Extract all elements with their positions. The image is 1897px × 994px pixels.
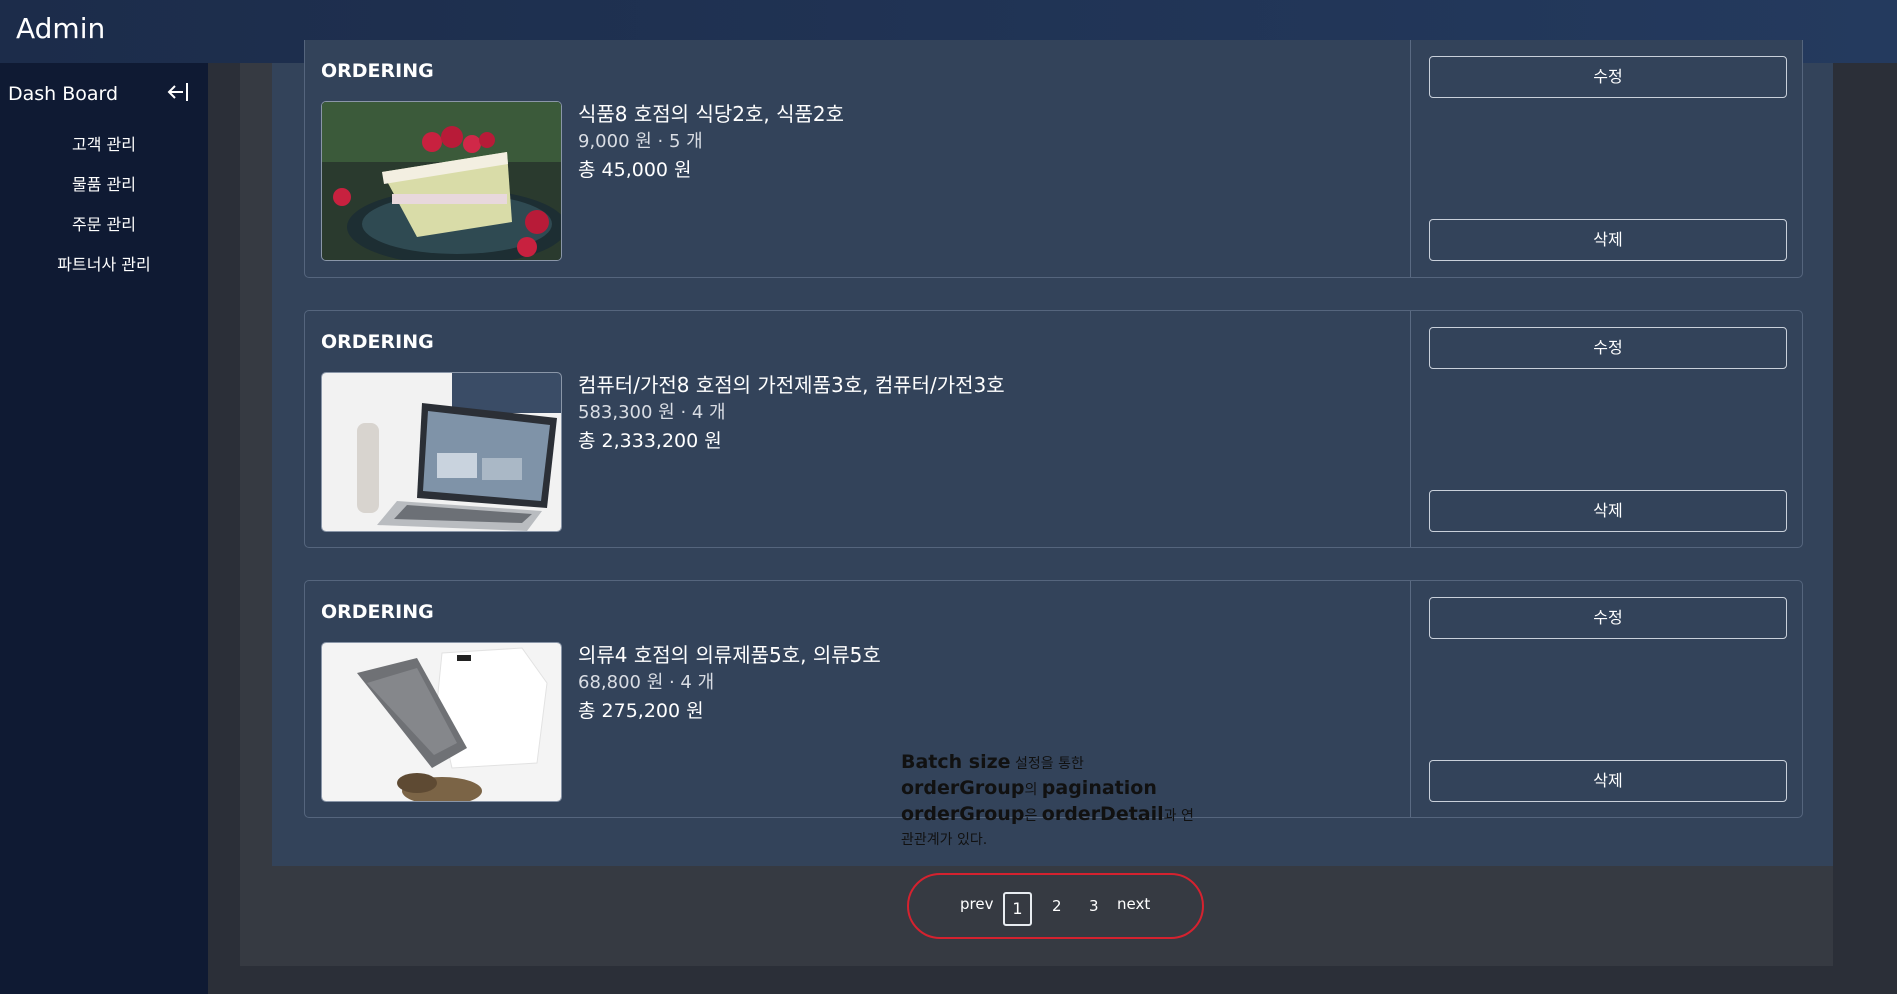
order-status: ORDERING: [321, 601, 434, 623]
order-card: ORDERING 컴퓨터/가전8 호점의 가전제품3호, 컴퓨터/가전3호 58…: [304, 310, 1803, 548]
order-card: ORDERING 식품8 호점의 식당2호, 식품2호 9,000 원 · 5 …: [304, 40, 1803, 278]
product-name: 식품8 호점의 식당2호, 식품2호: [578, 102, 845, 126]
product-image-laptop: [321, 372, 562, 532]
order-total: 총 45,000 원: [578, 159, 692, 181]
order-info: 식품8 호점의 식당2호, 식품2호 9,000 원 · 5 개 총 45,00…: [578, 100, 844, 185]
edit-button[interactable]: 수정: [1429, 327, 1787, 369]
sidebar: Dash Board 고객 관리 물품 관리 주문 관리 파트너사 관리: [0, 63, 208, 994]
order-total: 총 275,200 원: [578, 700, 704, 722]
sidebar-item-partners[interactable]: 파트너사 관리: [0, 251, 208, 275]
order-info: 의류4 호점의 의류제품5호, 의류5호 68,800 원 · 4 개 총 27…: [578, 641, 881, 726]
delete-button[interactable]: 삭제: [1429, 490, 1787, 532]
product-image-cake: [321, 101, 562, 261]
pagination-next[interactable]: next: [1117, 895, 1150, 913]
order-status: ORDERING: [321, 60, 434, 82]
product-name: 컴퓨터/가전8 호점의 가전제품3호, 컴퓨터/가전3호: [578, 373, 1005, 397]
product-image-clothes: [321, 642, 562, 802]
product-price: 68,800 원 · 4 개: [578, 672, 715, 693]
pagination: prev 1 2 3 next: [907, 873, 1204, 939]
order-total: 총 2,333,200 원: [578, 430, 722, 452]
sidebar-item-orders[interactable]: 주문 관리: [0, 211, 208, 235]
order-status: ORDERING: [321, 331, 434, 353]
pagination-page-current[interactable]: 1: [1003, 892, 1032, 926]
pagination-page[interactable]: 3: [1089, 897, 1099, 915]
edit-button[interactable]: 수정: [1429, 597, 1787, 639]
app-title: Admin: [16, 12, 106, 45]
order-info: 컴퓨터/가전8 호점의 가전제품3호, 컴퓨터/가전3호 583,300 원 ·…: [578, 371, 1005, 456]
sidebar-item-products[interactable]: 물품 관리: [0, 171, 208, 195]
delete-button[interactable]: 삭제: [1429, 219, 1787, 261]
sidebar-heading[interactable]: Dash Board: [8, 83, 118, 105]
collapse-sidebar-icon[interactable]: [165, 80, 189, 104]
pagination-page[interactable]: 2: [1052, 897, 1062, 915]
edit-button[interactable]: 수정: [1429, 56, 1787, 98]
product-name: 의류4 호점의 의류제품5호, 의류5호: [578, 643, 881, 667]
product-price: 583,300 원 · 4 개: [578, 402, 726, 423]
delete-button[interactable]: 삭제: [1429, 760, 1787, 802]
pagination-prev[interactable]: prev: [960, 895, 993, 913]
product-price: 9,000 원 · 5 개: [578, 131, 703, 152]
sidebar-item-customers[interactable]: 고객 관리: [0, 131, 208, 155]
annotation-note: Batch size 설정을 통한 orderGroup의 pagination…: [901, 751, 1194, 848]
